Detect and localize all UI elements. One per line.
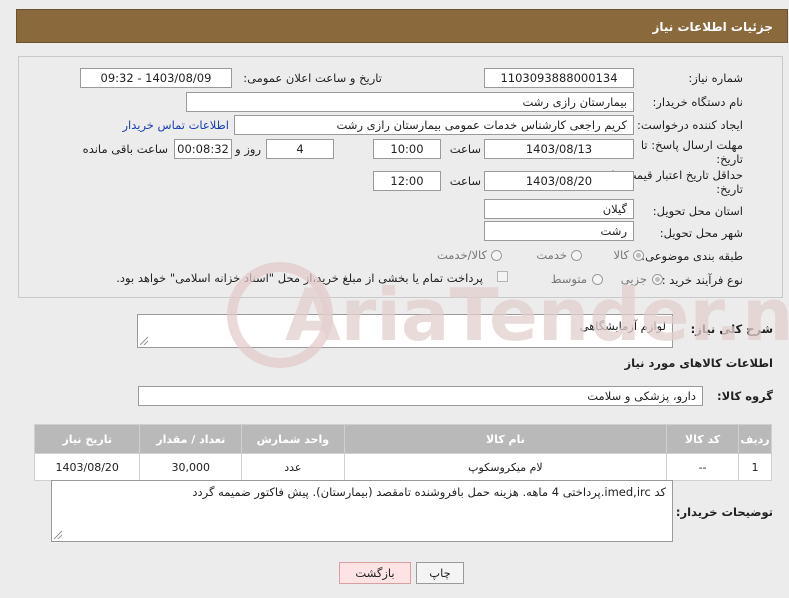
reply-date-field: 1403/08/13: [484, 139, 634, 159]
col-header-row: ردیف: [738, 424, 772, 454]
reply-time-field: 10:00: [373, 139, 441, 159]
price-validity-date-label: تاریخ:: [716, 182, 743, 196]
goods-section-title: اطلاعات کالاهای مورد نیاز: [624, 356, 773, 370]
goods-table: ردیف کد کالا نام کالا واحد شمارش تعداد /…: [33, 424, 772, 481]
goods-group-label: گروه کالا:: [717, 389, 773, 403]
category-option-service: خدمت: [536, 248, 567, 262]
validity-time-field: 12:00: [373, 171, 441, 191]
validity-time-label: ساعت: [449, 174, 481, 188]
announce-datetime-field: 1403/08/09 - 09:32: [80, 68, 232, 88]
city-label: شهر محل تحویل:: [659, 226, 743, 240]
col-header-unit: واحد شمارش: [241, 424, 345, 454]
table-row: 1 -- لام میکروسکوپ عدد 30,000 1403/08/20: [33, 453, 772, 481]
cell-name: لام میکروسکوپ: [343, 453, 668, 481]
category-radio-goods-service[interactable]: [491, 250, 502, 261]
reply-time-label: ساعت: [449, 142, 481, 156]
summary-text: لوازم آزمایشگاهی: [579, 319, 666, 333]
days-label: روز و: [235, 142, 261, 156]
creator-field: کریم راجعی کارشناس خدمات عمومی بیمارستان…: [234, 115, 634, 135]
announce-datetime-label: تاریخ و ساعت اعلان عمومی:: [243, 71, 382, 85]
province-field: گیلان: [484, 199, 634, 219]
category-radio-service[interactable]: [571, 250, 582, 261]
cell-row-number: 1: [738, 453, 772, 481]
buyer-notes-label: توضیحات خریدار:: [675, 505, 773, 519]
category-option-goods: کالا: [613, 248, 629, 262]
remaining-time-label: ساعت باقی مانده: [82, 142, 168, 156]
city-field: رشت: [484, 221, 634, 241]
treasury-note: پرداخت تمام یا بخشی از مبلغ خرید،از محل …: [116, 271, 483, 285]
need-number-label: شماره نیاز:: [688, 71, 743, 85]
process-option-minor: جزیی: [620, 272, 647, 286]
category-radio-goods[interactable]: [633, 250, 644, 261]
goods-table-header-row: ردیف کد کالا نام کالا واحد شمارش تعداد /…: [33, 424, 772, 454]
remaining-time-field: 00:08:32: [174, 139, 232, 159]
col-header-quantity: تعداد / مقدار: [139, 424, 242, 454]
print-button[interactable]: چاپ: [416, 562, 464, 584]
resize-grip-icon[interactable]: [54, 531, 62, 539]
buyer-org-field: بیمارستان رازی رشت: [186, 92, 634, 112]
col-header-date: تاریخ نیاز: [33, 424, 141, 454]
creator-label: ایجاد کننده درخواست:: [637, 118, 743, 132]
province-label: استان محل تحویل:: [652, 204, 743, 218]
reply-deadline-label: مهلت ارسال پاسخ: تا: [640, 138, 743, 152]
cell-unit: عدد: [241, 453, 345, 481]
days-field: 4: [266, 139, 334, 159]
process-radio-minor[interactable]: [652, 274, 663, 285]
summary-label: شرح کلی نیاز:: [690, 322, 773, 336]
page-title: جزئیات اطلاعات نیاز: [652, 20, 773, 34]
buyer-notes-text: کد imed,irc.پرداختی 4 ماهه. هزینه حمل با…: [192, 485, 666, 499]
summary-field: لوازم آزمایشگاهی: [137, 314, 673, 348]
col-header-name: نام کالا: [343, 424, 668, 454]
buyer-notes-field: کد imed,irc.پرداختی 4 ماهه. هزینه حمل با…: [51, 480, 673, 542]
need-number-field: 1103093888000134: [484, 68, 634, 88]
process-radio-medium[interactable]: [592, 274, 603, 285]
category-label: طبقه بندی موضوعی:: [641, 249, 743, 263]
validity-date-field: 1403/08/20: [484, 171, 634, 191]
treasury-checkbox[interactable]: [497, 271, 508, 282]
reply-deadline-date-label: تاریخ:: [716, 152, 743, 166]
back-button[interactable]: بازگشت: [339, 562, 411, 584]
process-type-label: نوع فرآیند خرید :: [661, 273, 743, 287]
resize-grip-icon[interactable]: [140, 337, 148, 345]
process-option-medium: متوسط: [550, 272, 587, 286]
buyer-org-label: نام دستگاه خریدار:: [652, 95, 743, 109]
category-option-goods-service: کالا/خدمت: [436, 248, 487, 262]
page-header: جزئیات اطلاعات نیاز: [16, 9, 788, 43]
cell-code: --: [666, 453, 740, 481]
goods-group-field: دارو، پزشکی و سلامت: [138, 386, 703, 406]
col-header-code: کد کالا: [666, 424, 740, 454]
cell-date: 1403/08/20: [33, 453, 141, 481]
cell-quantity: 30,000: [139, 453, 242, 481]
buyer-contact-link[interactable]: اطلاعات تماس خریدار: [122, 118, 229, 132]
